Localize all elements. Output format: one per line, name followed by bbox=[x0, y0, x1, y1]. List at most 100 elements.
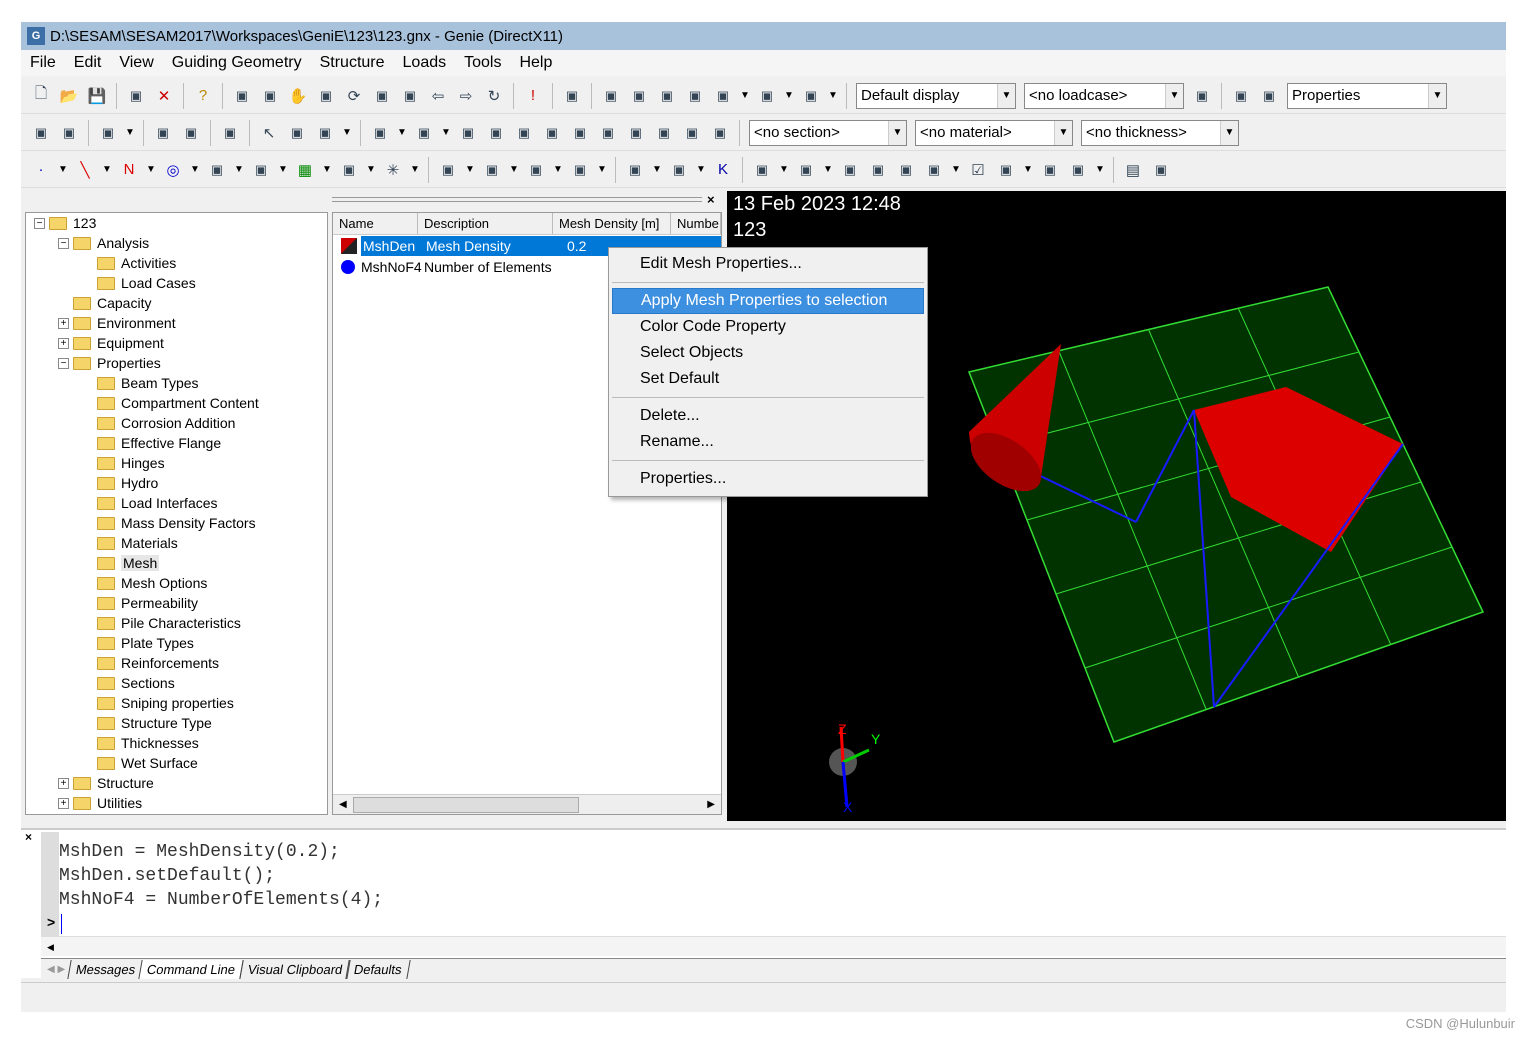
delete-icon[interactable]: ✕ bbox=[153, 85, 175, 107]
tab-defaults[interactable]: Defaults bbox=[345, 960, 411, 979]
paint-brush-icon[interactable]: ▣ bbox=[561, 85, 583, 107]
scroll-right-icon[interactable]: ▶ bbox=[701, 799, 721, 810]
dropdown-arrow-icon[interactable]: ▼ bbox=[552, 159, 564, 181]
scroll-left-icon[interactable]: ◀ bbox=[41, 942, 54, 952]
properties-brush-icon[interactable]: ▣ bbox=[1230, 85, 1252, 107]
dropdown-arrow-icon[interactable]: ▼ bbox=[57, 159, 69, 181]
dropdown-arrow-icon[interactable]: ▼ bbox=[783, 85, 795, 107]
tree-item-corrosion-addition[interactable]: Corrosion Addition bbox=[26, 413, 327, 433]
warning-icon[interactable]: ! bbox=[522, 85, 544, 107]
menu-view[interactable]: View bbox=[110, 54, 162, 72]
tree-item-load-interfaces[interactable]: Load Interfaces bbox=[26, 493, 327, 513]
tree-item-capacity[interactable]: Capacity bbox=[26, 293, 327, 313]
tree-item-load-cases[interactable]: Load Cases bbox=[26, 273, 327, 293]
surface-icon[interactable]: ▣ bbox=[338, 159, 360, 181]
scroll-left-icon[interactable]: ◀ bbox=[333, 799, 353, 810]
view-top-icon[interactable]: ▣ bbox=[684, 85, 706, 107]
pointer-icon[interactable]: ↖ bbox=[258, 122, 280, 144]
refresh-icon[interactable]: ↻ bbox=[483, 85, 505, 107]
tree-item-structure[interactable]: + Structure bbox=[26, 773, 327, 793]
select-multi-icon[interactable]: ▣ bbox=[58, 122, 80, 144]
line-icon[interactable]: ╲ bbox=[74, 159, 96, 181]
menu-file[interactable]: File bbox=[21, 54, 65, 72]
collapse-icon[interactable]: − bbox=[58, 237, 69, 249]
fix-icon[interactable]: ▣ bbox=[1039, 159, 1061, 181]
column-header-numbe[interactable]: Numbe bbox=[671, 213, 721, 234]
menu-item-set-default[interactable]: Set Default bbox=[612, 366, 924, 392]
chevron-down-icon[interactable]: ▼ bbox=[1054, 120, 1072, 145]
tab-command-line[interactable]: Command Line bbox=[138, 960, 245, 979]
dropdown-arrow-icon[interactable]: ▼ bbox=[827, 85, 839, 107]
panel-select-icon[interactable]: ▣ bbox=[653, 122, 675, 144]
clear-select-icon[interactable]: ▣ bbox=[180, 122, 202, 144]
grid-icon[interactable]: ▦ bbox=[294, 159, 316, 181]
dropdown-arrow-icon[interactable]: ▼ bbox=[950, 159, 962, 181]
hand-pan-icon[interactable]: ✋ bbox=[287, 85, 309, 107]
menu-help[interactable]: Help bbox=[510, 54, 561, 72]
tree-item-analysis[interactable]: − Analysis bbox=[26, 233, 327, 253]
dropdown-arrow-icon[interactable]: ▼ bbox=[277, 159, 289, 181]
tree-item-thicknesses[interactable]: Thicknesses bbox=[26, 733, 327, 753]
k-icon[interactable]: K bbox=[712, 159, 734, 181]
tree-item-environment[interactable]: + Environment bbox=[26, 313, 327, 333]
edit-icon[interactable]: ▣ bbox=[795, 159, 817, 181]
sketch-icon[interactable]: ▣ bbox=[800, 85, 822, 107]
dropdown-arrow-icon[interactable]: ▼ bbox=[365, 159, 377, 181]
axis-label-x[interactable]: X bbox=[843, 799, 853, 815]
tree-item-sniping-properties[interactable]: Sniping properties bbox=[26, 693, 327, 713]
menu-item-select-objects[interactable]: Select Objects bbox=[612, 340, 924, 366]
dropdown-arrow-icon[interactable]: ▼ bbox=[739, 85, 751, 107]
help-icon[interactable]: ? bbox=[192, 85, 214, 107]
undo-select-icon[interactable]: ▣ bbox=[152, 122, 174, 144]
close-panel-icon[interactable]: × bbox=[707, 192, 715, 207]
mesh-icon[interactable]: ▣ bbox=[995, 159, 1017, 181]
material-combo[interactable]: <no material> ▼ bbox=[915, 119, 1073, 146]
joint-select-icon[interactable]: ▣ bbox=[681, 122, 703, 144]
grid-select-icon[interactable]: ▣ bbox=[457, 122, 479, 144]
column-header-description[interactable]: Description bbox=[418, 213, 553, 234]
expand-icon[interactable]: + bbox=[58, 777, 69, 789]
tab-scroll-arrows[interactable]: ◀ ▶ bbox=[41, 962, 71, 977]
check-icon[interactable]: ☑ bbox=[967, 159, 989, 181]
save-icon[interactable]: 💾 bbox=[86, 85, 108, 107]
dropdown-arrow-icon[interactable]: ▼ bbox=[396, 122, 408, 144]
tab-visual-clipboard[interactable]: Visual Clipboard bbox=[238, 960, 351, 979]
beam-select-icon[interactable]: ▣ bbox=[369, 122, 391, 144]
tab-messages[interactable]: Messages bbox=[67, 960, 145, 979]
pan-down-icon[interactable]: ▣ bbox=[259, 85, 281, 107]
dropdown-arrow-icon[interactable]: ▼ bbox=[695, 159, 707, 181]
tree-item-mesh-options[interactable]: Mesh Options bbox=[26, 573, 327, 593]
view-right-icon[interactable]: ▣ bbox=[656, 85, 678, 107]
view-iso-icon[interactable]: ▣ bbox=[600, 85, 622, 107]
menu-item-properties[interactable]: Properties... bbox=[612, 466, 924, 492]
dropdown-arrow-icon[interactable]: ▼ bbox=[145, 159, 157, 181]
thickness-combo[interactable]: <no thickness> ▼ bbox=[1081, 119, 1239, 146]
dropdown-arrow-icon[interactable]: ▼ bbox=[189, 159, 201, 181]
menu-item-apply-mesh-properties-to-selection[interactable]: Apply Mesh Properties to selection bbox=[612, 288, 924, 314]
next-view-icon[interactable]: ⇨ bbox=[455, 85, 477, 107]
point-icon[interactable]: · bbox=[30, 159, 52, 181]
select-filter-icon[interactable]: ▣ bbox=[97, 122, 119, 144]
tree-item-123[interactable]: − 123 bbox=[26, 213, 327, 233]
open-folder-icon[interactable]: 📂 bbox=[58, 85, 80, 107]
section-combo[interactable]: <no section> ▼ bbox=[749, 119, 907, 146]
tree-item-compartment-content[interactable]: Compartment Content bbox=[26, 393, 327, 413]
tree-item-plate-types[interactable]: Plate Types bbox=[26, 633, 327, 653]
dropdown-arrow-icon[interactable]: ▼ bbox=[508, 159, 520, 181]
tree-item-permeability[interactable]: Permeability bbox=[26, 593, 327, 613]
axis-label-y[interactable]: Y bbox=[871, 731, 881, 747]
support-icon[interactable]: ▣ bbox=[624, 159, 646, 181]
hinge-icon[interactable]: ▣ bbox=[569, 159, 591, 181]
loadcase-icon[interactable]: ▣ bbox=[1191, 85, 1213, 107]
collapse-icon[interactable]: − bbox=[34, 217, 45, 229]
properties-combo[interactable]: Properties ▼ bbox=[1287, 82, 1447, 109]
remove-icon[interactable]: ▣ bbox=[895, 159, 917, 181]
chevron-down-icon[interactable]: ▼ bbox=[997, 83, 1015, 108]
tree-item-utilities[interactable]: + Utilities bbox=[26, 793, 327, 813]
expand-icon[interactable]: + bbox=[58, 317, 69, 329]
dropdown-arrow-icon[interactable]: ▼ bbox=[1022, 159, 1034, 181]
column-header-name[interactable]: Name bbox=[333, 213, 418, 234]
report-icon[interactable]: ▣ bbox=[219, 122, 241, 144]
table-icon[interactable]: ▤ bbox=[1122, 159, 1144, 181]
view-special-icon[interactable]: ▣ bbox=[712, 85, 734, 107]
